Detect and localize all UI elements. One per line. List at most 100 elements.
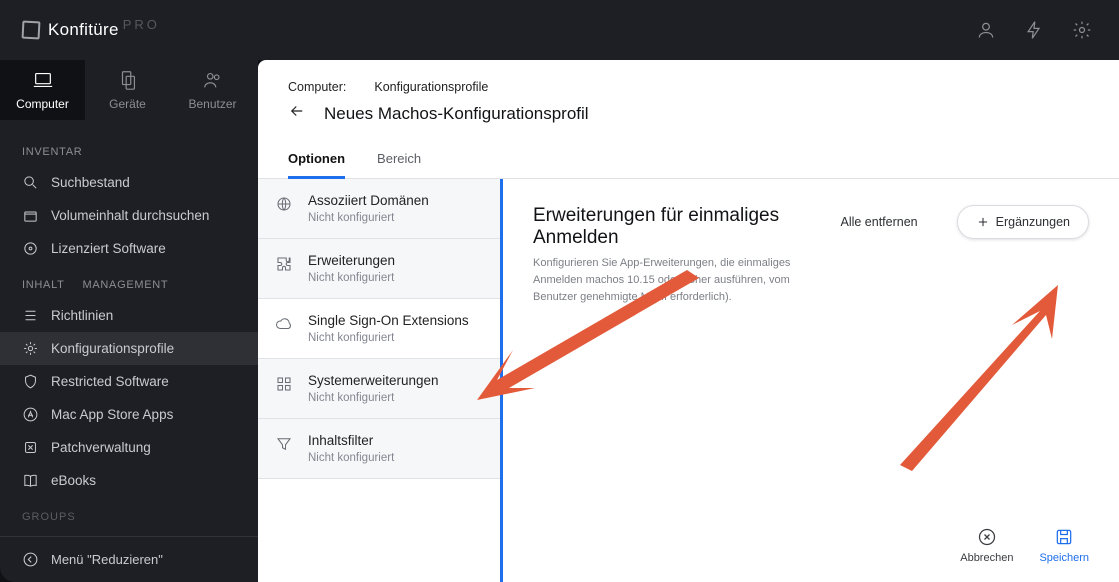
sidebar-item-mas[interactable]: Mac App Store Apps: [0, 398, 258, 431]
grid-icon: [274, 373, 294, 404]
sidebar-item-licensed[interactable]: Lizenziert Software: [0, 232, 258, 265]
payload-status: Nicht konfiguriert: [308, 212, 429, 224]
content-subtitle: Konfigurieren Sie App-Erweiterungen, die…: [533, 255, 801, 306]
payload-associated-domains[interactable]: Assoziiert Domänen Nicht konfiguriert: [258, 179, 500, 239]
payload-status: Nicht konfiguriert: [308, 392, 439, 404]
breadcrumb-link[interactable]: Konfigurationsprofile: [374, 80, 488, 94]
payload-title: Inhaltsfilter: [308, 433, 394, 448]
sidebar-item-policies[interactable]: Richtlinien: [0, 299, 258, 332]
bolt-icon[interactable]: [1019, 15, 1049, 45]
brand-suffix: PRO: [123, 17, 160, 32]
payload-sso-extensions[interactable]: Single Sign-On Extensions Nicht konfiguri…: [258, 299, 500, 359]
payload-status: Nicht konfiguriert: [308, 452, 394, 464]
arrow-left-icon: [288, 102, 306, 120]
brand-name: Konfitüre: [48, 20, 119, 40]
top-actions: [971, 15, 1097, 45]
laptop-icon: [32, 69, 54, 91]
sidebar-section-content: INHALT MANAGEMENT: [0, 265, 258, 299]
top-bar: Konfitüre PRO: [0, 0, 1119, 60]
breadcrumb-root: Computer:: [288, 80, 346, 94]
tab-scope[interactable]: Bereich: [377, 141, 421, 178]
payload-extensions[interactable]: Erweiterungen Nicht konfiguriert: [258, 239, 500, 299]
sidebar-item-label: eBooks: [51, 473, 96, 488]
sidebar-collapse-label: Menü "Reduzieren": [51, 552, 163, 567]
context-tab-label: Benutzer: [188, 97, 236, 111]
users-icon: [202, 69, 224, 91]
sidebar-collapse[interactable]: Menü "Reduzieren": [0, 536, 258, 582]
brand-logo-icon: [22, 21, 41, 40]
sidebar-section-inventory: INVENTAR: [0, 132, 258, 166]
context-tab-label: Geräte: [109, 97, 146, 111]
context-tabs: Computer Geräte Benutzer: [0, 60, 258, 120]
button-label: Speichern: [1039, 552, 1089, 564]
page-title: Neues Machos-Konfigurationsprofil: [324, 104, 589, 124]
sidebar-item-restricted[interactable]: Restricted Software: [0, 365, 258, 398]
add-button[interactable]: Ergänzungen: [957, 205, 1089, 239]
package-icon: [22, 207, 39, 224]
globe-icon: [274, 193, 294, 224]
devices-icon: [117, 69, 139, 91]
config-payload-list[interactable]: Assoziiert Domänen Nicht konfiguriert Erw…: [258, 179, 503, 582]
gear-icon[interactable]: [1067, 15, 1097, 45]
user-icon[interactable]: [971, 15, 1001, 45]
patch-icon: [22, 439, 39, 456]
sidebar-item-label: Suchbestand: [51, 175, 130, 190]
sidebar-item-search[interactable]: Suchbestand: [0, 166, 258, 199]
main-panel: Computer: Konfigurationsprofile Neues Ma…: [258, 60, 1119, 582]
payload-status: Nicht konfiguriert: [308, 332, 469, 344]
disc-icon: [22, 240, 39, 257]
puzzle-icon: [274, 253, 294, 284]
sidebar-item-label: Richtlinien: [51, 308, 113, 323]
context-tab-devices[interactable]: Geräte: [85, 60, 170, 120]
context-tab-computer[interactable]: Computer: [0, 60, 85, 120]
button-label: Ergänzungen: [996, 215, 1070, 229]
save-icon: [1054, 527, 1074, 547]
save-button[interactable]: Speichern: [1039, 527, 1089, 564]
sidebar-item-label: Volumeinhalt durchsuchen: [51, 208, 209, 223]
tab-options[interactable]: Optionen: [288, 141, 345, 178]
book-icon: [22, 472, 39, 489]
back-button[interactable]: [288, 102, 306, 125]
payload-title: Erweiterungen: [308, 253, 395, 268]
shield-icon: [22, 373, 39, 390]
footer-actions: Abbrechen Speichern: [533, 509, 1089, 564]
sidebar-item-ebooks[interactable]: eBooks: [0, 464, 258, 497]
context-tab-users[interactable]: Benutzer: [170, 60, 255, 120]
sidebar-item-patch[interactable]: Patchverwaltung: [0, 431, 258, 464]
plus-icon: [976, 215, 990, 229]
remove-all-button[interactable]: Alle entfernen: [821, 205, 936, 239]
sidebar: Computer Geräte Benutzer INVENTAR Suchbe…: [0, 60, 258, 582]
sidebar-item-label: Lizenziert Software: [51, 241, 166, 256]
sidebar-item-label: Konfigurationsprofile: [51, 341, 174, 356]
sidebar-item-label: Mac App Store Apps: [51, 407, 173, 422]
funnel-icon: [274, 433, 294, 464]
button-label: Alle entfernen: [840, 215, 917, 229]
payload-title: Single Sign-On Extensions: [308, 313, 469, 328]
sidebar-section-groups: GROUPS: [0, 497, 258, 523]
payload-content-filter[interactable]: Inhaltsfilter Nicht konfiguriert: [258, 419, 500, 479]
payload-title: Assoziiert Domänen: [308, 193, 429, 208]
tab-label: Optionen: [288, 151, 345, 166]
sidebar-item-volumes[interactable]: Volumeinhalt durchsuchen: [0, 199, 258, 232]
payload-title: Systemerweiterungen: [308, 373, 439, 388]
content-area: Erweiterungen für einmaliges Anmelden Ko…: [503, 179, 1119, 582]
content-title: Erweiterungen für einmaliges Anmelden: [533, 205, 801, 249]
search-icon: [22, 174, 39, 191]
brand: Konfitüre PRO: [22, 20, 160, 40]
cancel-button[interactable]: Abbrechen: [960, 527, 1013, 564]
payload-status: Nicht konfiguriert: [308, 272, 395, 284]
tab-label: Bereich: [377, 151, 421, 166]
gear-small-icon: [22, 340, 39, 357]
appstore-icon: [22, 406, 39, 423]
sidebar-item-label: Restricted Software: [51, 374, 169, 389]
close-circle-icon: [977, 527, 997, 547]
sidebar-item-profiles[interactable]: Konfigurationsprofile: [0, 332, 258, 365]
sidebar-item-label: Patchverwaltung: [51, 440, 151, 455]
context-tab-label: Computer: [16, 97, 69, 111]
payload-system-extensions[interactable]: Systemerweiterungen Nicht konfiguriert: [258, 359, 500, 419]
title-bar: Neues Machos-Konfigurationsprofil: [258, 94, 1119, 141]
breadcrumb: Computer: Konfigurationsprofile: [258, 60, 1119, 94]
button-label: Abbrechen: [960, 552, 1013, 564]
main-tabs: Optionen Bereich: [258, 141, 1119, 179]
cloud-icon: [274, 313, 294, 344]
